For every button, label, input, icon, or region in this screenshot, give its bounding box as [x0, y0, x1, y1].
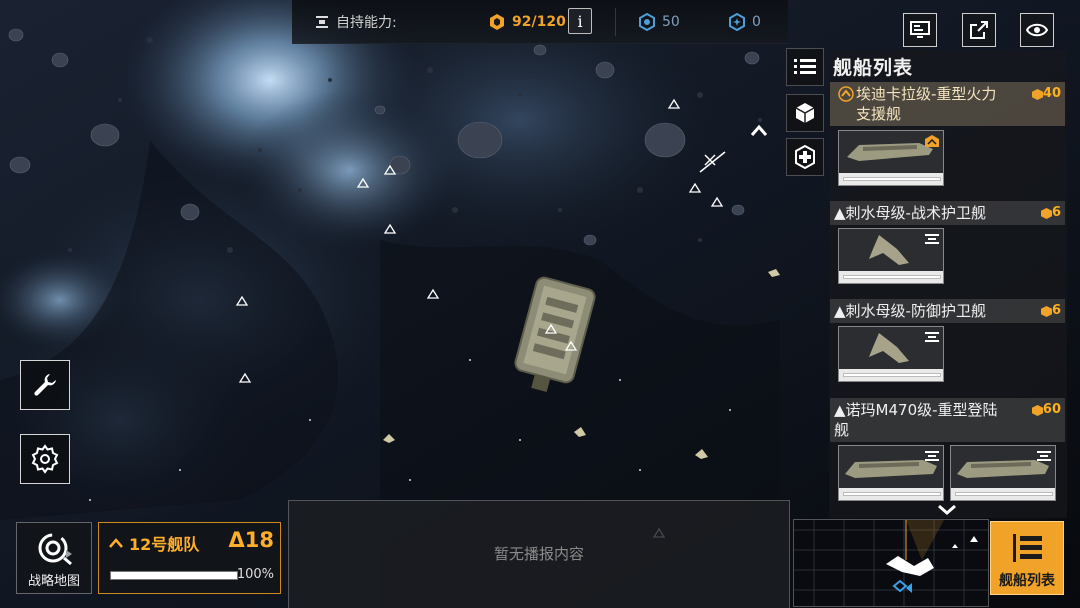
equalizer-icon: [925, 234, 939, 244]
fleet-list-panel: 舰船列表 埃迪卡拉级-重型火力 支援舰 40 ▲刺水母级-战术护卫舰 6 ▲刺水…: [829, 50, 1067, 518]
resource-a-value: 50: [662, 14, 680, 30]
command-points-icon: [1031, 404, 1043, 416]
ship-card[interactable]: [838, 326, 944, 382]
ship-card[interactable]: [838, 130, 944, 186]
radar-icon: [38, 533, 72, 566]
ship-name-line1: ▲诺玛M470级-重型登陆: [834, 401, 998, 419]
equalizer-icon: [1037, 451, 1051, 461]
resource-a: 50: [638, 11, 680, 33]
tools-button[interactable]: [20, 360, 70, 410]
gear-icon: [31, 444, 59, 474]
ship-name-line2: 舰: [834, 421, 850, 439]
fleet-list-label: 舰船列表: [999, 573, 1055, 589]
rank-chevron-icon: [109, 538, 123, 548]
repair-icon: [795, 145, 815, 169]
command-points-icon: [1040, 305, 1052, 317]
monitor-button[interactable]: [903, 13, 937, 47]
ship-hp-bar: [843, 492, 941, 496]
command-points-icon: [490, 14, 504, 30]
ship-cost-value: 6: [1051, 303, 1061, 318]
self-sustain-label: 自持能力:: [336, 15, 397, 31]
command-points: 92/120: [488, 11, 566, 33]
ship-name-line2: 支援舰: [856, 105, 902, 123]
list-icon: [794, 59, 816, 74]
ship-hp-bar: [843, 177, 941, 181]
ship-entry-defense-escort[interactable]: ▲刺水母级-防御护卫舰 6: [830, 299, 1065, 323]
panel-title: 舰船列表: [833, 57, 914, 79]
fleet-hp-percent: 100%: [236, 567, 274, 582]
info-button[interactable]: i: [568, 8, 592, 34]
cube-view-button[interactable]: [786, 94, 824, 132]
equalizer-icon: [925, 332, 939, 342]
resource-bar: 自持能力: 92/120 i 50 0: [292, 0, 788, 44]
divider: [615, 8, 616, 36]
broadcast-text: 暂无播报内容: [493, 545, 584, 563]
wrench-icon: [34, 374, 56, 396]
chevron-up-icon[interactable]: [750, 122, 768, 141]
ship-cost: 6: [1040, 203, 1061, 223]
ship-cost: 40: [1031, 84, 1061, 104]
minimap-view: [794, 520, 988, 606]
self-sustain: 自持能力:: [314, 11, 397, 33]
command-points-icon: [1031, 88, 1043, 100]
equalizer-icon: [925, 451, 939, 461]
ship-name: ▲刺水母级-防御护卫舰: [834, 302, 986, 320]
external-link-icon: [970, 21, 988, 39]
ship-entry-ediacara[interactable]: 埃迪卡拉级-重型火力 支援舰 40: [830, 82, 1065, 126]
eye-icon: [1026, 23, 1048, 37]
ship-card[interactable]: [950, 445, 1056, 501]
sustain-icon: [316, 16, 328, 28]
repair-button[interactable]: [786, 138, 824, 176]
monitor-icon: [910, 21, 930, 38]
fleet-hp-bar: [110, 571, 238, 580]
ship-entry-tactical-escort[interactable]: ▲刺水母级-战术护卫舰 6: [830, 201, 1065, 225]
settings-button[interactable]: [20, 434, 70, 484]
hex-star-icon: [729, 13, 745, 31]
ship-card[interactable]: [838, 445, 944, 501]
resource-b-value: 0: [752, 14, 761, 30]
resource-b: 0: [728, 11, 761, 33]
rank-badge-icon: [925, 135, 939, 147]
cube-icon: [795, 103, 815, 123]
fleet-name: 12号舰队: [109, 531, 199, 555]
rank-chevron-icon: [838, 86, 854, 102]
strategic-map-button[interactable]: 战略地图: [16, 522, 92, 594]
ship-name-line1: 埃迪卡拉级-重型火力: [856, 85, 997, 103]
strategic-map-label: 战略地图: [27, 574, 80, 589]
view-button[interactable]: [1020, 13, 1054, 47]
ship-cost-value: 60: [1042, 402, 1061, 417]
ship-cost: 6: [1040, 301, 1061, 321]
ship-cost-value: 6: [1051, 205, 1061, 220]
ship-entry-norma-m470[interactable]: ▲诺玛M470级-重型登陆 舰 60: [830, 398, 1065, 442]
share-button[interactable]: [962, 13, 996, 47]
ship-hp-bar: [843, 275, 941, 279]
fleet-card[interactable]: 12号舰队 Δ18 100%: [98, 522, 281, 594]
command-points-value: 92/120: [512, 14, 566, 30]
broadcast-panel: 暂无播报内容: [288, 500, 790, 608]
fleet-points: Δ18: [228, 528, 274, 552]
ship-card[interactable]: [838, 228, 944, 284]
fleet-hp-fill: [111, 572, 237, 579]
fleet-list-button[interactable]: 舰船列表: [990, 521, 1064, 595]
list-view-button[interactable]: [786, 48, 824, 86]
ship-hp-bar: [955, 492, 1053, 496]
chevron-down-icon[interactable]: [937, 501, 957, 520]
hex-gear-icon: [639, 13, 655, 31]
command-points-icon: [1040, 207, 1052, 219]
ship-cost: 60: [1031, 400, 1061, 420]
ship-cost-value: 40: [1042, 86, 1061, 101]
ship-name: ▲刺水母级-战术护卫舰: [834, 204, 986, 222]
ship-hp-bar: [843, 373, 941, 377]
minimap[interactable]: [793, 519, 989, 607]
fleet-list-icon: [1013, 534, 1042, 562]
fleet-name-text: 12号舰队: [129, 535, 200, 554]
